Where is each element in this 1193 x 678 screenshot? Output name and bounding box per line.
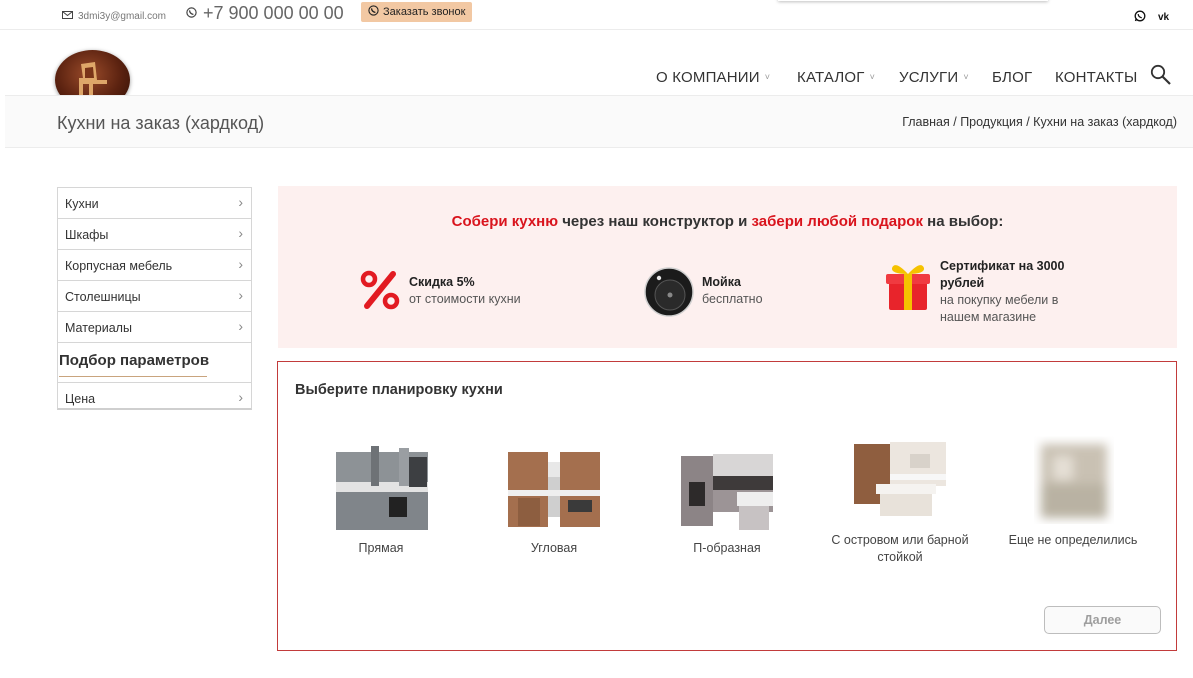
promo-highlight: Собери кухню: [451, 213, 559, 230]
sidebar-item-cabinet-furniture[interactable]: Корпусная мебель ›: [58, 250, 251, 281]
email-text[interactable]: 3dmi3y@gmail.com: [78, 11, 166, 22]
sidebar-item-materials[interactable]: Материалы ›: [58, 312, 251, 343]
main-nav: О КОМПАНИИ ˅ КАТАЛОГ ˅ УСЛУГИ ˅ БЛОГ КОНТАК…: [0, 60, 1193, 94]
nav-label: КАТАЛОГ: [797, 69, 865, 86]
filter-heading: Подбор параметров: [58, 343, 251, 382]
layout-option-straight[interactable]: Прямая: [306, 442, 456, 557]
sidebar-item-wardrobes[interactable]: Шкафы ›: [58, 219, 251, 250]
phone-text[interactable]: +7 900 000 00 00: [203, 3, 344, 24]
chevron-right-icon: ›: [238, 389, 243, 405]
chevron-down-icon: ˅: [764, 72, 771, 82]
nav-label: УСЛУГИ: [899, 69, 959, 86]
nav-label: КОНТАКТЫ: [1055, 69, 1138, 86]
layout-option-island[interactable]: С островом или барной стойкой: [825, 434, 975, 566]
chevron-down-icon: ˅: [963, 72, 969, 82]
layout-picker-title: Выберите планировку кухни: [295, 382, 503, 398]
perk-text: бесплатно: [702, 292, 763, 306]
perk-sink: Мойка бесплатно: [643, 266, 763, 323]
page-header: Кухни на заказ (хардкод) Главная / Проду…: [5, 95, 1193, 148]
callback-label: Заказать звонок: [383, 6, 466, 18]
promo-text: на выбор:: [922, 213, 1004, 230]
chevron-right-icon: ›: [238, 318, 243, 334]
sidebar-item-label: Корпусная мебель: [65, 259, 173, 273]
filter-underline: [59, 376, 207, 377]
chevron-right-icon: ›: [238, 256, 243, 272]
perk-title: Скидка 5%: [409, 275, 475, 289]
phone-circle-icon: [368, 5, 379, 19]
breadcrumb-products[interactable]: Продукция: [960, 115, 1023, 129]
search-button[interactable]: [1150, 64, 1172, 86]
nav-item-contacts[interactable]: КОНТАКТЫ: [1055, 69, 1138, 86]
svg-text:vk: vk: [1158, 12, 1170, 22]
breadcrumb-separator: /: [949, 115, 961, 129]
search-icon: [1150, 64, 1171, 85]
promo-text: через наш конструктор и: [558, 213, 752, 230]
nav-item-about[interactable]: О КОМПАНИИ ˅: [656, 69, 770, 86]
layout-option-label: П-образная: [693, 541, 761, 555]
layout-option-corner[interactable]: Угловая: [479, 442, 629, 557]
sidebar-item-label: Столешницы: [65, 290, 141, 304]
perk-title: Мойка: [702, 275, 741, 289]
layout-option-label: Прямая: [358, 541, 404, 555]
promo-headline: Собери кухню через наш конструктор и заб…: [278, 213, 1177, 230]
layout-option-undecided[interactable]: Еще не определились: [998, 434, 1148, 549]
gift-icon: [883, 258, 933, 319]
callback-button[interactable]: Заказать звонок: [361, 2, 473, 22]
nav-label: О КОМПАНИИ: [656, 69, 760, 86]
perk-discount: Скидка 5% от стоимости кухни: [358, 268, 521, 317]
sidebar-item-label: Кухни: [65, 197, 99, 211]
island-kitchen-image: [850, 434, 950, 524]
breadcrumb: Главная / Продукция / Кухни на заказ (ха…: [902, 115, 1177, 129]
perk-certificate: Сертификат на 3000 рублей на покупку меб…: [883, 258, 1083, 326]
next-button[interactable]: Далее: [1044, 606, 1161, 634]
straight-kitchen-image: [331, 442, 431, 532]
layout-option-label: Угловая: [530, 541, 578, 555]
mail-icon: [62, 11, 73, 22]
percent-icon: [358, 268, 402, 317]
breadcrumb-separator: /: [1022, 115, 1034, 129]
kitchen-layout-picker: Выберите планировку кухни Прямая Угловая…: [277, 361, 1177, 651]
whatsapp-icon[interactable]: [1134, 10, 1146, 25]
u-shaped-kitchen-image: [677, 442, 777, 532]
nav-item-blog[interactable]: БЛОГ: [992, 69, 1032, 86]
breadcrumb-current: Кухни на заказ (хардкод): [1033, 115, 1177, 129]
layout-option-u-shaped[interactable]: П-образная: [652, 442, 802, 557]
social-links: vk: [1134, 10, 1171, 25]
layout-option-label: Еще не определились: [1008, 533, 1138, 547]
phone-contact[interactable]: +7 900 000 00 00: [186, 3, 344, 24]
filter-item-price[interactable]: Цена ›: [58, 382, 251, 413]
dropdown-shadow-edge: [778, 0, 1048, 1]
sidebar-menu: Кухни › Шкафы › Корпусная мебель › Столешни…: [57, 187, 252, 410]
phone-icon: [186, 6, 197, 21]
chevron-right-icon: ›: [238, 225, 243, 241]
sidebar-item-label: Шкафы: [65, 228, 109, 242]
promo-banner: Собери кухню через наш конструктор и заб…: [278, 186, 1177, 348]
sink-icon: [643, 266, 695, 323]
chevron-down-icon: ˅: [869, 72, 876, 82]
sidebar-item-countertops[interactable]: Столешницы ›: [58, 281, 251, 312]
vk-icon[interactable]: vk: [1158, 10, 1171, 25]
nav-item-catalog[interactable]: КАТАЛОГ ˅: [797, 69, 875, 86]
nav-item-services[interactable]: УСЛУГИ ˅: [899, 69, 969, 86]
breadcrumb-home[interactable]: Главная: [902, 115, 950, 129]
blurred-kitchen-image: [1023, 434, 1123, 524]
email-contact[interactable]: 3dmi3y@gmail.com: [62, 11, 166, 22]
chevron-right-icon: ›: [238, 287, 243, 303]
perk-text: на покупку мебели в нашем магазине: [940, 293, 1059, 324]
promo-highlight: забери любой подарок: [751, 213, 923, 230]
layout-option-label: С островом или барной стойкой: [831, 533, 969, 564]
perk-title: Сертификат на 3000 рублей: [940, 259, 1065, 290]
sidebar-item-label: Материалы: [65, 321, 132, 335]
corner-kitchen-image: [504, 442, 604, 532]
perk-text: от стоимости кухни: [409, 292, 521, 306]
filter-item-label: Цена: [65, 392, 96, 406]
nav-label: БЛОГ: [992, 69, 1033, 86]
sidebar-item-kitchens[interactable]: Кухни ›: [58, 188, 251, 219]
top-bar: 3dmi3y@gmail.com +7 900 000 00 00 Заказа…: [0, 0, 1193, 30]
filter-title-text: Подбор параметров: [59, 352, 210, 369]
page-title: Кухни на заказ (хардкод): [57, 113, 265, 133]
chevron-right-icon: ›: [238, 194, 243, 210]
